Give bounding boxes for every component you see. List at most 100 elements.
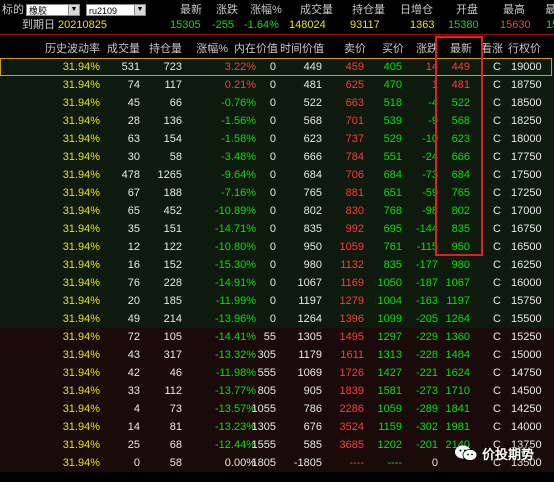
- cell-hist-vol: 31.94%: [62, 439, 100, 451]
- cell-time-value: 835: [303, 223, 322, 235]
- cell-last: 568: [451, 115, 470, 127]
- quote-value-open: 15380: [448, 19, 479, 31]
- cell-time-value: 522: [303, 97, 322, 109]
- cell-last: 1360: [445, 331, 470, 343]
- table-row[interactable]: 31.94% 42 46 -11.98% 555 1069 1726 1427 -221 1624…: [0, 364, 554, 382]
- cell-intrinsic: 0: [269, 115, 276, 127]
- col-hist-vol[interactable]: 历史波动率: [45, 40, 100, 56]
- wechat-icon: [455, 445, 478, 461]
- cell-volume: 28: [127, 115, 140, 127]
- cell-volume: 43: [127, 349, 140, 361]
- col-volume[interactable]: 成交量: [107, 40, 140, 56]
- cell-hist-vol: 31.94%: [62, 259, 100, 271]
- cell-change: -229: [415, 331, 438, 343]
- table-row[interactable]: 31.94% 33 112 -13.77% 805 905 1839 1581 -273 1710…: [0, 382, 554, 400]
- cell-open-interest: 68: [169, 439, 182, 451]
- table-row[interactable]: 31.94% 30 58 -3.48% 0 666 784 551 -24 666 C 17750: [0, 148, 554, 166]
- cell-intrinsic: 0: [269, 151, 276, 163]
- cell-strike: 15750: [511, 295, 542, 307]
- col-strike[interactable]: 行权价: [508, 40, 541, 56]
- cell-call: C: [493, 331, 501, 343]
- table-row[interactable]: 31.94% 72 105 -14.41% 55 1305 1495 1297 -229 1360…: [0, 328, 554, 346]
- cell-volume: 74: [127, 79, 140, 91]
- cell-open-interest: 46: [169, 367, 182, 379]
- cell-change: -4: [428, 97, 438, 109]
- cell-ask: 2286: [339, 403, 364, 415]
- table-row[interactable]: 31.94% 74 117 0.21% 0 481 625 470 1 481 C 18750: [0, 76, 554, 94]
- cell-bid: ----: [387, 457, 402, 469]
- cell-last: 1264: [445, 313, 470, 325]
- cell-ask: 663: [345, 97, 364, 109]
- cell-open-interest: 452: [163, 205, 182, 217]
- cell-change-pct: -10.80%: [215, 241, 256, 253]
- chevron-down-icon[interactable]: ▼: [134, 5, 145, 15]
- table-row[interactable]: 31.94% 478 1265 -9.64% 0 684 706 684 -73 684 C 1750…: [0, 166, 554, 184]
- cell-change: -177: [415, 259, 438, 271]
- watermark-text: 价投期势: [482, 446, 535, 462]
- table-row[interactable]: 31.94% 28 136 -1.56% 0 568 701 539 -9 568 C 18250: [0, 112, 554, 130]
- quote-value-high: 15630: [500, 19, 531, 31]
- col-open-interest[interactable]: 持仓量: [149, 40, 182, 56]
- cell-open-interest: 188: [163, 187, 182, 199]
- cell-last: 835: [451, 223, 470, 235]
- cell-time-value: 980: [303, 259, 322, 271]
- col-ask[interactable]: 卖价: [344, 40, 366, 56]
- cell-intrinsic: 0: [269, 313, 276, 325]
- cell-change-pct: -1.56%: [221, 115, 256, 127]
- table-row[interactable]: 31.94% 65 452 -10.89% 0 802 830 768 -98 802 C 17000: [0, 202, 554, 220]
- table-row[interactable]: 31.94% 63 154 -1.58% 0 623 737 529 -10 623 C 18000: [0, 130, 554, 148]
- cell-bid: 1297: [377, 331, 402, 343]
- table-row[interactable]: 31.94% 14 81 -13.23% 1305 676 3524 1159 -302 1981…: [0, 418, 554, 436]
- cell-bid: 405: [383, 61, 402, 73]
- table-row[interactable]: 31.94% 35 151 -14.71% 0 835 992 695 -144 835 C 1675…: [0, 220, 554, 238]
- table-row[interactable]: 31.94% 43 317 -13.32% 305 1179 1611 1313 -228 148…: [0, 346, 554, 364]
- cell-change-pct: -9.64%: [221, 169, 256, 181]
- cell-change-pct: -14.41%: [215, 331, 256, 343]
- table-row[interactable]: 31.94% 531 723 3.22% 0 449 459 405 14 449 C 19000: [0, 58, 554, 76]
- cell-bid: 1427: [377, 367, 402, 379]
- table-row[interactable]: 31.94% 12 122 -10.80% 0 950 1059 761 -115 950 C 165…: [0, 238, 554, 256]
- col-last[interactable]: 最新: [450, 40, 472, 56]
- col-call[interactable]: 看涨: [481, 40, 503, 56]
- cell-intrinsic: 805: [257, 385, 276, 397]
- cell-ask: 701: [345, 115, 364, 127]
- cell-strike: 18500: [511, 97, 542, 109]
- cell-open-interest: 317: [163, 349, 182, 361]
- contract-select[interactable]: ru2109 ▼: [86, 4, 146, 16]
- col-time-value[interactable]: 时间价值: [280, 40, 324, 56]
- cell-call: C: [493, 79, 501, 91]
- table-row[interactable]: 31.94% 76 228 -14.91% 0 1067 1169 1050 -187 1067 C…: [0, 274, 554, 292]
- cell-open-interest: 112: [164, 385, 182, 397]
- cell-ask: 459: [345, 61, 364, 73]
- cell-ask: 830: [345, 205, 364, 217]
- cell-change: 14: [425, 61, 438, 73]
- col-intrinsic[interactable]: 内在价值: [234, 40, 278, 56]
- cell-hist-vol: 31.94%: [62, 61, 100, 73]
- cell-change-pct: -14.91%: [215, 277, 256, 289]
- chevron-down-icon[interactable]: ▼: [68, 5, 79, 15]
- col-change[interactable]: 涨跌: [416, 40, 438, 56]
- cell-ask: 737: [345, 133, 364, 145]
- col-change-pct[interactable]: 涨幅%: [196, 40, 228, 56]
- cell-volume: 478: [121, 169, 140, 181]
- cell-open-interest: 214: [163, 313, 182, 325]
- cell-ask: 625: [345, 79, 364, 91]
- cell-volume: 45: [127, 97, 140, 109]
- table-row[interactable]: 31.94% 45 66 -0.76% 0 522 663 518 -4 522 C 18500: [0, 94, 554, 112]
- cell-change-pct: -13.77%: [215, 385, 256, 397]
- cell-volume: 14: [127, 421, 140, 433]
- cell-ask: 1279: [339, 295, 364, 307]
- col-bid[interactable]: 买价: [382, 40, 404, 56]
- table-row[interactable]: 31.94% 16 152 -15.30% 0 980 1132 835 -177 980 C 162…: [0, 256, 554, 274]
- quote-title-open-interest: 持仓量: [352, 4, 385, 16]
- table-row[interactable]: 31.94% 4 73 -13.57% 1055 786 2286 1059 -289 1841 C…: [0, 400, 554, 418]
- table-row[interactable]: 31.94% 49 214 -13.96% 0 1264 1396 1099 -205 1264 C…: [0, 310, 554, 328]
- table-row[interactable]: 31.94% 20 185 -11.99% 0 1197 1279 1004 -163 1197 C…: [0, 292, 554, 310]
- cell-call: C: [493, 403, 501, 415]
- table-row[interactable]: 31.94% 67 188 -7.16% 0 765 881 651 -59 765 C 17250: [0, 184, 554, 202]
- underlying-select[interactable]: 橡胶 ▼: [26, 4, 80, 16]
- cell-change-pct: 3.22%: [224, 61, 256, 73]
- cell-call: C: [493, 349, 501, 361]
- cell-intrinsic: 1805: [251, 457, 276, 469]
- cell-call: C: [493, 115, 501, 127]
